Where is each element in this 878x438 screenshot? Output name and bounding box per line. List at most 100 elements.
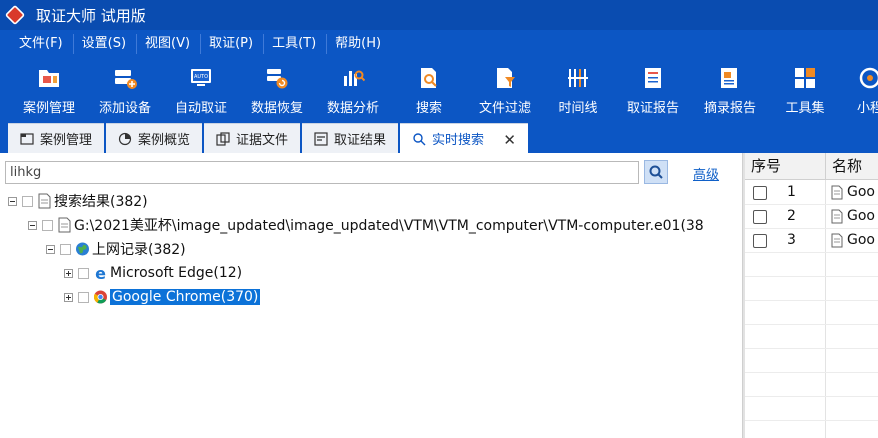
file-filter-icon <box>497 68 515 88</box>
excerpt-report-label: 摘录报告 <box>703 101 756 116</box>
document-icon <box>58 217 71 233</box>
row-name: Goo <box>831 208 875 224</box>
column-header-index[interactable]: 序号 <box>745 153 826 180</box>
result-grid: 序号 名称 1 Goo 2 Goo 3 Goo <box>745 153 878 438</box>
menu-view[interactable]: 视图(V) <box>137 34 202 54</box>
menu-file[interactable]: 文件(F) <box>11 34 74 54</box>
report-icon <box>645 68 661 88</box>
add-device-label: 添加设备 <box>98 101 151 116</box>
case-management-button[interactable]: 案例管理 <box>13 58 85 120</box>
tree-node-web-history[interactable]: 上网记录(382) <box>46 238 186 260</box>
expand-toggle[interactable] <box>64 292 73 302</box>
tab-case-management[interactable]: 案例管理 <box>8 123 104 153</box>
timeline-label: 时间线 <box>558 101 598 116</box>
document-icon <box>831 209 843 223</box>
close-tab-icon[interactable]: ✕ <box>503 131 516 149</box>
overview-tab-icon <box>118 132 132 145</box>
tree-node-image[interactable]: G:\2021美亚杯\image_updated\image_updated\V… <box>28 214 704 236</box>
tree-node-label: G:\2021美亚杯\image_updated\image_updated\V… <box>74 218 704 234</box>
timeline-button[interactable]: 时间线 <box>542 58 614 120</box>
forensic-report-button[interactable]: 取证报告 <box>617 58 689 120</box>
tab-forensic-results[interactable]: 取证结果 <box>302 123 398 153</box>
tab-label: 取证结果 <box>334 133 387 148</box>
table-row-empty <box>745 397 878 421</box>
tab-label: 证据文件 <box>236 133 289 148</box>
auto-forensics-label: 自动取证 <box>174 101 227 116</box>
add-device-button[interactable]: 添加设备 <box>89 58 161 120</box>
search-input[interactable] <box>5 161 639 184</box>
grid-header: 序号 名称 <box>745 153 878 180</box>
title-bar: 取证大师 试用版 <box>0 0 878 30</box>
add-device-icon <box>115 70 137 89</box>
data-recovery-label: 数据恢复 <box>250 101 303 116</box>
column-header-name[interactable]: 名称 <box>826 153 878 180</box>
app-logo-icon <box>4 4 26 26</box>
search-result-tree: 搜索结果(382) G:\2021美亚杯\image_updated\image… <box>0 188 742 438</box>
miniapp-button[interactable]: 小程 <box>840 58 878 120</box>
svg-text:AUTO: AUTO <box>194 74 208 80</box>
auto-monitor-icon: AUTO <box>191 69 211 86</box>
table-row[interactable]: 2 Goo <box>745 205 878 229</box>
auto-forensics-button[interactable]: AUTO 自动取证 <box>165 58 237 120</box>
tab-evidence-files[interactable]: 证据文件 <box>204 123 300 153</box>
file-filter-button[interactable]: 文件过滤 <box>469 58 541 120</box>
toolkit-label: 工具集 <box>785 101 825 116</box>
table-row-empty <box>745 301 878 325</box>
row-name-text: Goo <box>847 232 875 248</box>
excerpt-report-button[interactable]: 摘录报告 <box>694 58 766 120</box>
document-icon <box>831 233 843 247</box>
data-analysis-button[interactable]: 数据分析 <box>317 58 389 120</box>
expand-toggle[interactable] <box>64 268 73 278</box>
tab-realtime-search[interactable]: 实时搜索 ✕ <box>400 123 528 153</box>
main-toolbar: 案例管理 添加设备 AUTO 自动取证 数据恢复 数据分析 搜索 文件过滤 时间… <box>0 58 878 120</box>
app-title: 取证大师 试用版 <box>36 6 146 25</box>
file-filter-label: 文件过滤 <box>478 101 531 116</box>
advanced-search-link[interactable]: 高级 <box>693 164 719 183</box>
excerpt-report-icon <box>721 68 737 88</box>
collapse-toggle[interactable] <box>46 244 55 254</box>
tree-checkbox[interactable] <box>60 243 71 255</box>
miniapp-icon <box>859 67 878 89</box>
row-name: Goo <box>831 184 875 200</box>
tree-node-label: 上网记录(382) <box>92 242 186 258</box>
tree-node-root[interactable]: 搜索结果(382) <box>8 190 148 212</box>
document-icon <box>38 193 51 209</box>
table-row-empty <box>745 277 878 301</box>
tree-node-edge[interactable]: e Microsoft Edge(12) <box>64 262 242 284</box>
document-icon <box>831 185 843 199</box>
data-recovery-button[interactable]: 数据恢复 <box>241 58 313 120</box>
search-tab-icon <box>413 132 426 145</box>
menu-forensics[interactable]: 取证(P) <box>201 34 265 54</box>
tree-checkbox[interactable] <box>42 219 53 231</box>
globe-icon <box>76 242 89 256</box>
search-button[interactable]: 搜索 <box>393 58 465 120</box>
search-label: 搜索 <box>415 101 442 116</box>
search-row: 高级 <box>0 153 742 193</box>
collapse-toggle[interactable] <box>8 196 17 206</box>
search-submit-button[interactable] <box>644 160 668 184</box>
tree-node-chrome[interactable]: Google Chrome(370) <box>64 286 261 308</box>
row-checkbox[interactable] <box>753 210 767 224</box>
evidence-tab-icon <box>216 131 230 146</box>
row-checkbox[interactable] <box>753 186 767 200</box>
collapse-toggle[interactable] <box>28 220 37 230</box>
toolkit-button[interactable]: 工具集 <box>769 58 841 120</box>
row-checkbox[interactable] <box>753 234 767 248</box>
tab-label: 案例管理 <box>40 133 93 148</box>
menu-tools[interactable]: 工具(T) <box>264 34 328 54</box>
tree-checkbox[interactable] <box>78 291 89 303</box>
table-row[interactable]: 3 Goo <box>745 229 878 253</box>
case-tab-icon <box>20 132 34 145</box>
edge-browser-icon: e <box>95 265 106 281</box>
tree-checkbox[interactable] <box>78 267 89 279</box>
data-analysis-label: 数据分析 <box>326 101 379 116</box>
row-name-text: Goo <box>847 208 875 224</box>
menu-settings[interactable]: 设置(S) <box>74 34 138 54</box>
menu-help[interactable]: 帮助(H) <box>327 34 391 54</box>
case-management-label: 案例管理 <box>22 101 75 116</box>
row-name: Goo <box>831 232 875 248</box>
tab-label: 案例概览 <box>138 133 191 148</box>
tab-case-overview[interactable]: 案例概览 <box>106 123 202 153</box>
tree-checkbox[interactable] <box>22 195 33 207</box>
table-row[interactable]: 1 Goo <box>745 181 878 205</box>
